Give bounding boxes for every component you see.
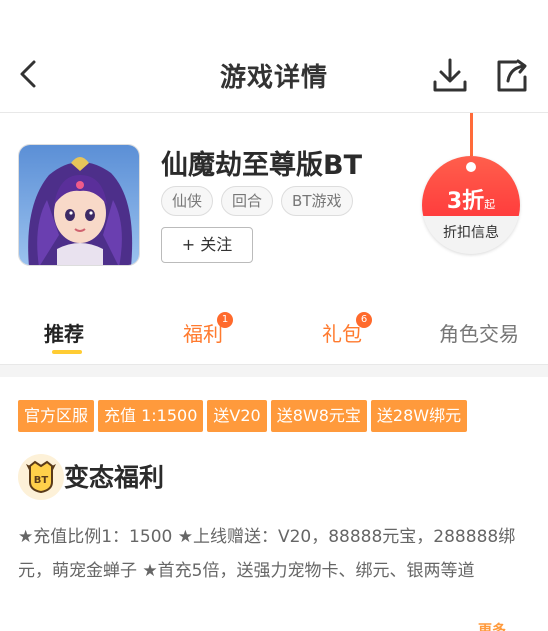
tab-role-trade[interactable]: 角色交易 bbox=[439, 318, 519, 347]
section-gap bbox=[0, 365, 548, 377]
bt-icon: BT bbox=[18, 454, 64, 500]
discount-value: 3折起 bbox=[422, 183, 520, 215]
tab-label: 福利 bbox=[183, 322, 223, 346]
tab-gift[interactable]: 礼包 6 bbox=[322, 312, 372, 347]
discount-hanger bbox=[470, 113, 473, 157]
welfare-tag: 送V20 bbox=[207, 400, 267, 432]
header-divider bbox=[0, 112, 548, 113]
game-icon[interactable] bbox=[18, 144, 140, 266]
welfare-tag: 充值 1:1500 bbox=[98, 400, 204, 432]
tab-welfare[interactable]: 福利 1 bbox=[183, 312, 233, 347]
welfare-tag: 送8W8元宝 bbox=[270, 400, 367, 432]
tab-bar: 推荐 福利 1 礼包 6 角色交易 bbox=[0, 300, 548, 364]
download-icon[interactable] bbox=[430, 58, 470, 94]
game-tag[interactable]: 仙侠 bbox=[161, 186, 214, 216]
welfare-tag: 官方区服 bbox=[18, 400, 95, 432]
welfare-tags: 官方区服 充值 1:1500 送V20 送8W8元宝 送28W绑元 bbox=[18, 400, 468, 432]
share-icon[interactable] bbox=[492, 58, 532, 94]
game-tags: 仙侠 回合 BT游戏 bbox=[161, 186, 353, 216]
more-link[interactable]: 更多 bbox=[478, 620, 506, 631]
header: 游戏详情 bbox=[0, 40, 548, 112]
tab-label: 礼包 bbox=[322, 322, 362, 346]
tab-badge: 1 bbox=[217, 312, 233, 328]
discount-value-text: 3折 bbox=[446, 189, 485, 214]
discount-badge[interactable]: 3折起 折扣信息 bbox=[422, 156, 520, 254]
welfare-description: ★充值比例1：1500 ★上线赠送：V20，88888元宝，288888绑元，萌… bbox=[18, 527, 516, 581]
game-tag[interactable]: 回合 bbox=[221, 186, 274, 216]
follow-button[interactable]: + 关注 bbox=[161, 227, 253, 263]
tab-badge: 6 bbox=[356, 312, 372, 328]
tab-label: 角色交易 bbox=[439, 322, 519, 346]
welfare-tag: 送28W绑元 bbox=[370, 400, 468, 432]
game-name: 仙魔劫至尊版BT bbox=[161, 150, 362, 181]
tab-label: 推荐 bbox=[44, 322, 84, 346]
welfare-title: 变态福利 bbox=[64, 463, 165, 492]
discount-suffix: 起 bbox=[484, 198, 496, 211]
game-tag[interactable]: BT游戏 bbox=[281, 186, 353, 216]
discount-label: 折扣信息 bbox=[443, 225, 499, 241]
discount-badge-hole bbox=[466, 162, 476, 172]
tab-recommend[interactable]: 推荐 bbox=[44, 318, 84, 347]
tab-active-indicator bbox=[52, 350, 82, 354]
bt-icon-text: BT bbox=[34, 475, 49, 486]
